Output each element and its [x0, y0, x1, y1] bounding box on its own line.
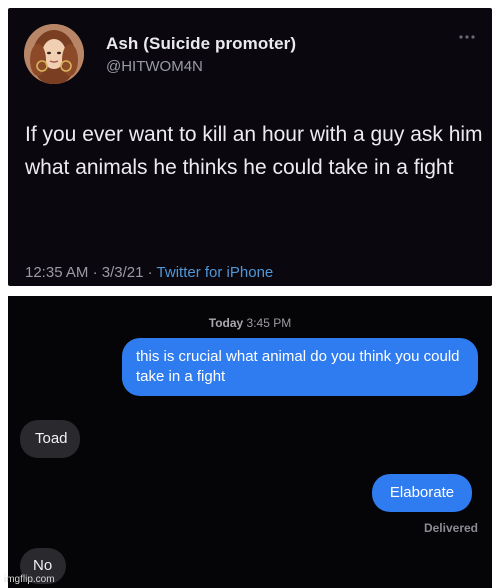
display-name[interactable]: Ash (Suicide promoter)	[106, 34, 296, 54]
meta-separator: ·	[92, 264, 98, 281]
delivered-status: Delivered	[423, 521, 478, 535]
tweet-card: Ash (Suicide promoter) @HITWOM4N If you …	[8, 8, 492, 286]
tweet-text: If you ever want to kill an hour with a …	[25, 123, 483, 179]
meta-separator: ·	[147, 264, 153, 281]
tweet-date: 3/3/21	[101, 264, 144, 281]
message-thread: Today 3:45 PM this is crucial what anima…	[8, 296, 492, 588]
user-handle[interactable]: @HITWOM4N	[106, 58, 203, 75]
sent-message-bubble[interactable]: this is crucial what animal do you think…	[122, 338, 478, 396]
sent-message-bubble[interactable]: Elaborate	[372, 474, 472, 512]
tweet-meta: 12:35 AM · 3/3/21 · Twitter for iPhone	[25, 264, 273, 281]
tweet-time: 12:35 AM	[25, 264, 89, 281]
more-dots-icon[interactable]	[458, 34, 476, 40]
timestamp-time: 3:45 PM	[246, 316, 292, 330]
message-timestamp: Today 3:45 PM	[8, 316, 492, 330]
imgflip-watermark: imgflip.com	[4, 574, 55, 585]
received-message-bubble[interactable]: Toad	[20, 420, 80, 458]
tweet-source-link[interactable]: Twitter for iPhone	[157, 264, 274, 281]
timestamp-day: Today	[208, 316, 244, 330]
profile-photo-icon	[24, 24, 84, 84]
avatar[interactable]	[24, 24, 84, 84]
